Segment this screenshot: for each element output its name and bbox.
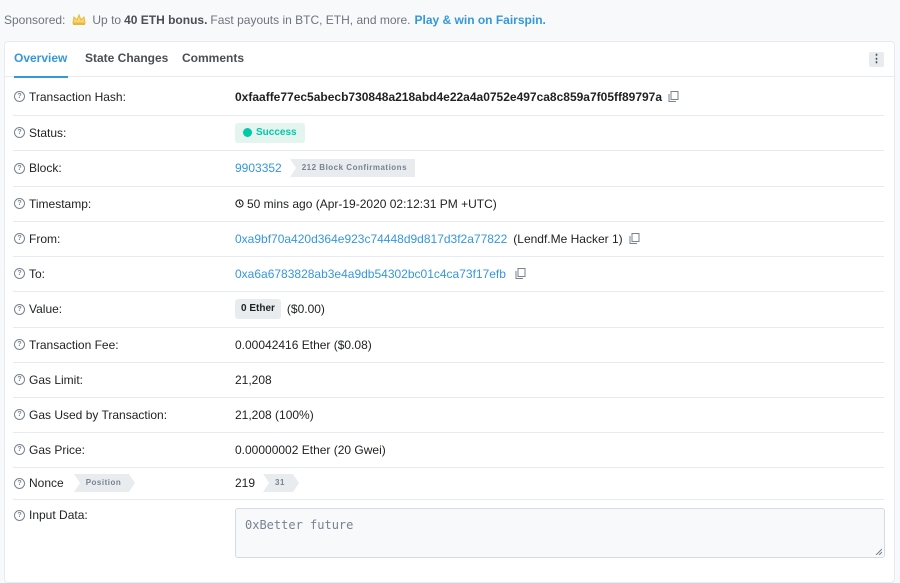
row-transaction-hash: ? Transaction Hash: 0xfaaffe77ec5abecb73… [13,78,884,116]
input-data-textarea[interactable]: 0xBetter future [235,508,885,558]
row-timestamp: ? Timestamp: 50 mins ago (Apr-19-2020 02… [13,186,884,222]
resize-handle-icon[interactable] [875,548,882,555]
sponsor-text-post: Fast payouts in BTC, ETH, and more. [210,13,411,27]
help-icon[interactable]: ? [14,409,25,420]
status-badge: Success [235,122,305,143]
gas-limit-value: 21,208 [235,372,272,387]
help-icon[interactable]: ? [14,268,25,279]
copy-icon[interactable] [515,268,526,279]
sponsor-bonus: 40 ETH bonus. [124,13,208,27]
copy-icon[interactable] [668,91,679,102]
tab-overview[interactable]: Overview [14,42,68,78]
timestamp-value: 50 mins ago (Apr-19-2020 02:12:31 PM +UT… [247,196,497,211]
row-input-data: ? Input Data: 0xBetter future [13,499,885,569]
ether-amount-badge: 0 Ether [235,299,281,319]
clock-icon [235,199,244,208]
help-icon[interactable]: ? [14,303,25,315]
from-address-link[interactable]: 0xa9bf70a420d364e923c74448d9d817d3f2a778… [235,232,507,246]
position-label-badge: Position [73,474,135,492]
help-icon[interactable]: ? [14,91,25,102]
row-from: ? From: 0xa9bf70a420d364e923c74448d9d817… [13,221,884,257]
row-gas-price: ? Gas Price: 0.00000002 Ether (20 Gwei) [13,432,884,468]
tab-bar: Overview State Changes Comments ⋮ [5,42,894,78]
help-icon[interactable]: ? [14,127,25,138]
row-block: ? Block: 9903352 212 Block Confirmations [13,150,884,187]
to-address-link[interactable]: 0xa6a6783828ab3e4a9db54302bc01c4ca73f17e… [235,267,506,281]
block-confirmations-badge: 212 Block Confirmations [289,159,416,177]
usd-value: ($0.00) [286,302,325,316]
row-label: ? Transaction Hash: [14,78,126,115]
check-circle-icon [243,128,252,137]
row-transaction-fee: ? Transaction Fee: 0.00042416 Ether ($0.… [13,327,884,363]
tab-state-changes[interactable]: State Changes [85,42,168,76]
sponsor-text-pre: Up to [92,13,122,27]
copy-icon[interactable] [629,233,640,244]
position-value-badge: 31 [263,474,299,492]
help-icon[interactable]: ? [14,198,25,209]
help-icon[interactable]: ? [14,162,25,174]
transaction-fee-value: 0.00042416 Ether ($0.08) [235,337,372,352]
block-number-link[interactable]: 9903352 [235,161,282,175]
help-icon[interactable]: ? [14,477,25,489]
tab-comments[interactable]: Comments [182,42,244,76]
more-vertical-icon[interactable]: ⋮ [869,52,884,67]
sponsored-label: Sponsored: [4,13,66,27]
nonce-value: 219 [235,476,256,490]
gas-price-value: 0.00000002 Ether (20 Gwei) [235,442,386,457]
help-icon[interactable]: ? [14,374,25,385]
row-value: 0xfaaffe77ec5abecb730848a218abd4e22a4a07… [235,78,679,115]
sponsored-banner: Sponsored: Up to 40 ETH bonus. Fast payo… [4,12,546,28]
crown-coin-icon [72,13,86,25]
help-icon[interactable]: ? [14,233,25,244]
help-icon[interactable]: ? [14,509,25,521]
row-value-eth: ? Value: 0 Ether ($0.00) [13,291,884,328]
help-icon[interactable]: ? [14,339,25,350]
row-to: ? To: 0xa6a6783828ab3e4a9db54302bc01c4ca… [13,256,884,292]
transaction-card: Overview State Changes Comments ⋮ ? Tran… [4,41,895,583]
sponsor-cta-link[interactable]: Play & win on Fairspin. [415,13,546,27]
row-gas-limit: ? Gas Limit: 21,208 [13,362,884,398]
gas-used-value: 21,208 (100%) [235,407,314,422]
row-nonce: ? Nonce Position 219 31 [13,467,884,500]
row-status: ? Status: Success [13,115,884,151]
help-icon[interactable]: ? [14,444,25,455]
transaction-hash: 0xfaaffe77ec5abecb730848a218abd4e22a4a07… [235,89,663,104]
row-gas-used: ? Gas Used by Transaction: 21,208 (100%) [13,397,884,433]
from-address-tag: (Lendf.Me Hacker 1) [513,231,623,246]
